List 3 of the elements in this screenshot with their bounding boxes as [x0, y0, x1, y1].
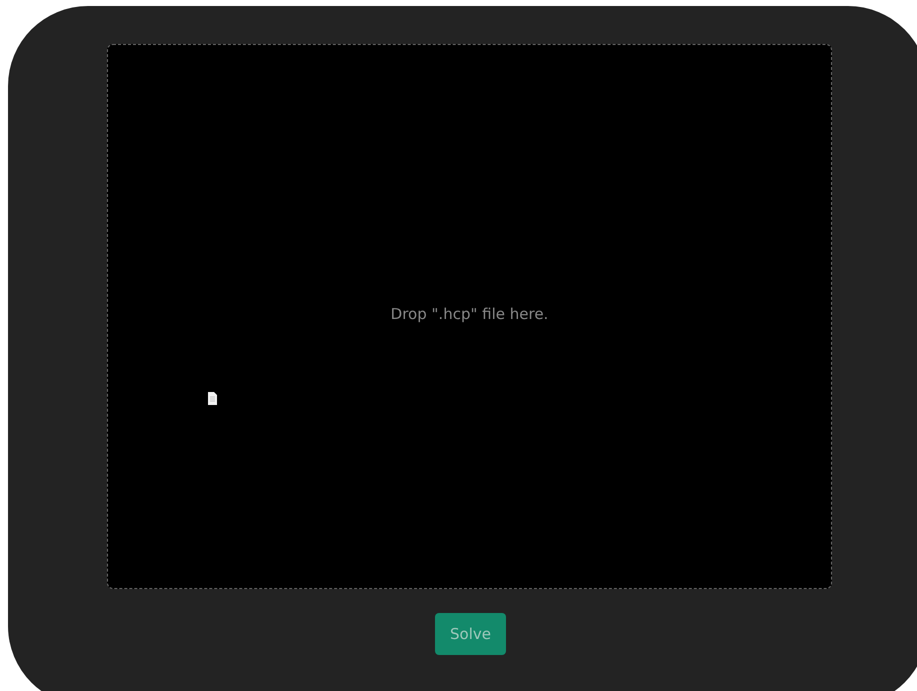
drop-message: Drop ".hcp" file here. [390, 304, 548, 322]
drop-zone[interactable]: Drop ".hcp" file here. [107, 44, 832, 589]
file-icon [208, 392, 217, 405]
